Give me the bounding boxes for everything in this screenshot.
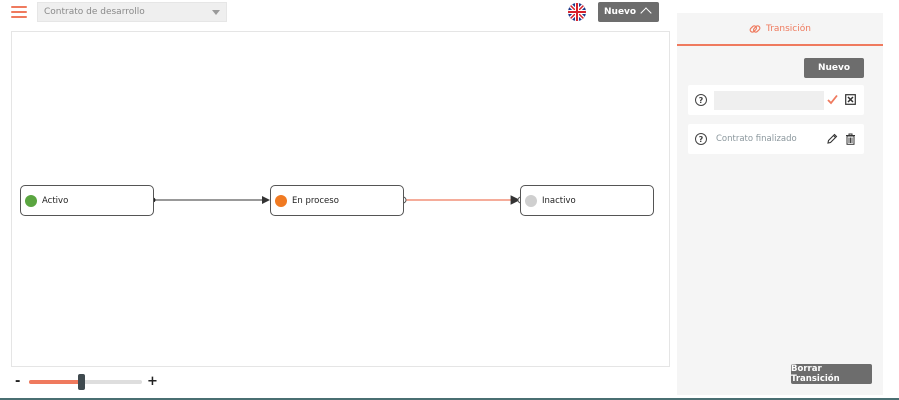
node-label: En proceso: [292, 195, 339, 206]
diagram-canvas[interactable]: Activo En proceso Inactivo: [11, 31, 670, 367]
edit-pencil-icon[interactable]: [826, 132, 838, 145]
add-transition-button[interactable]: Nuevo: [804, 58, 864, 78]
uk-flag-icon[interactable]: [568, 3, 586, 21]
zoom-in-button[interactable]: +: [147, 374, 158, 389]
hamburger-line: [11, 11, 27, 13]
zoom-slider-fill: [29, 380, 81, 384]
new-button[interactable]: Nuevo: [598, 2, 659, 22]
node-inactivo[interactable]: Inactivo: [520, 185, 654, 216]
confirm-check-icon[interactable]: [826, 93, 838, 106]
transition-label: Contrato finalizado: [716, 134, 797, 144]
hamburger-line: [11, 16, 27, 18]
new-button-label: Nuevo: [604, 7, 637, 17]
zoom-slider-thumb[interactable]: [77, 374, 85, 390]
hamburger-line: [11, 6, 27, 8]
transition-name-input[interactable]: [714, 90, 824, 110]
node-label: Inactivo: [542, 195, 576, 206]
new-transition-row: ?: [688, 85, 864, 115]
link-icon: [749, 24, 761, 33]
node-label: Activo: [42, 195, 69, 206]
panel-title: Transición: [766, 23, 811, 34]
app-root: Contrato de desarrollo Nuevo Activo En p…: [0, 0, 899, 400]
node-activo[interactable]: Activo: [20, 185, 154, 216]
transition-tab[interactable]: Transición: [677, 13, 883, 46]
status-dot: [25, 194, 37, 207]
hamburger-menu-icon[interactable]: [11, 6, 27, 18]
zoom-out-button[interactable]: -: [15, 374, 20, 389]
status-dot: [275, 194, 287, 207]
caret-down-icon: [212, 9, 220, 15]
cancel-close-icon[interactable]: [844, 93, 856, 106]
transition-list-item[interactable]: ? Contrato finalizado: [688, 124, 864, 154]
help-icon[interactable]: ?: [695, 133, 707, 145]
delete-trash-icon[interactable]: [844, 132, 856, 145]
process-select-value: Contrato de desarrollo: [44, 7, 145, 17]
node-en-proceso[interactable]: En proceso: [270, 185, 404, 216]
status-dot: [525, 194, 537, 207]
chevron-up-icon: [640, 7, 652, 19]
help-icon[interactable]: ?: [695, 94, 707, 106]
zoom-slider[interactable]: [29, 374, 142, 390]
process-select[interactable]: Contrato de desarrollo: [37, 2, 227, 22]
delete-transition-button[interactable]: Borrar Transición: [791, 364, 872, 384]
transition-panel: Transición Nuevo ? ? Contrato finalizado: [677, 13, 883, 395]
